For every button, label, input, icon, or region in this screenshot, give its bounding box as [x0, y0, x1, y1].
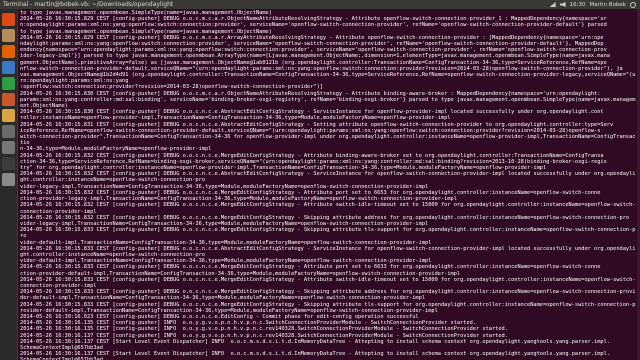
- terminal-line: vider-default-impl,TransactionName=Confi…: [20, 239, 432, 246]
- terminal-output: to type javax.management.openmbean.Simpl…: [18, 9, 640, 360]
- trash-icon[interactable]: [2, 173, 15, 186]
- terminal-line: 2014-05-26 16:30:15.833 CEST [config-pus…: [20, 289, 636, 302]
- terminal-line: 2014-05-26 16:30:15.831 CEST [config-pus…: [20, 121, 614, 128]
- terminal-line: n:opendaylight:params:xml:ns:yang:openfl…: [20, 22, 607, 29]
- terminal-line: 2014-05-26 16:30:15.833 CEST [config-pus…: [20, 264, 601, 271]
- terminal-line: 2014-05-26 16:30:16.137 CEST [Start Leve…: [20, 351, 610, 358]
- terminal-line: nflow-switch-connection-provider-default…: [20, 65, 623, 72]
- terminal-line: to type javax.management.openmbean.Simpl…: [20, 10, 272, 16]
- terminal-line: 2014-05-26 16:30:15.829 CEST [config-pus…: [20, 16, 607, 23]
- power-icon[interactable]: [630, 1, 636, 8]
- terminal-line: gement.ObjectName),primitiveArray=false)…: [20, 59, 607, 66]
- dash-home-icon[interactable]: [2, 13, 15, 26]
- terminal-line: vider-default-impl,TransactionName=Confi…: [20, 258, 432, 265]
- terminal-line: vider-legacy-impl,TransactionName=Config…: [20, 220, 429, 227]
- terminal-line: vax.management.ObjectName@1b2d4d91 (org.…: [20, 72, 636, 85]
- network-icon[interactable]: [549, 2, 556, 7]
- terminal-line: ction-provider-legacy-impl,TransactionNa…: [20, 196, 457, 203]
- indicator-area: 16:30 Martin Bobek: [549, 1, 640, 8]
- terminal-line: 2014-05-26 16:30:15.833 CEST [config-pus…: [20, 301, 636, 314]
- terminal-line: 2014-05-26 16:30:15.832 CEST [config-pus…: [20, 171, 636, 184]
- terminal-line: 2014-05-26 16:30:15.833 CEST [config-pus…: [20, 227, 636, 240]
- terminal-line: vider-legacy-impl,TransactionName=Config…: [20, 183, 429, 190]
- terminal-line: witch-connection-provider",TransactionNa…: [20, 134, 636, 147]
- terminal-line: 2014-05-26 16:30:16.135 CEST [config-pus…: [20, 320, 477, 327]
- libreoffice-calc-icon[interactable]: [2, 77, 15, 90]
- top-panel: Terminal - martin@bobek-vb: ~/Downloads/…: [0, 0, 640, 9]
- terminal-line: 2014-05-26 16:30:15.829 CEST [config-pus…: [20, 34, 604, 41]
- terminal-line: ider-legacy-impl'}] parsed to type javax…: [20, 53, 610, 60]
- terminal-line: ndaylight:params:xml:ns:yang:openflow:sw…: [20, 41, 604, 48]
- terminal-line: 2014-05-26 16:30:15.832 CEST [config-pus…: [20, 202, 636, 215]
- terminal-line: to type javax.management.openmbean.Simpl…: [20, 28, 272, 35]
- window-title: Terminal - martin@bobek-vb: ~/Downloads/…: [3, 1, 174, 8]
- terminal-line: n-34-36,type=Module,moduleFactoryName=op…: [20, 146, 212, 153]
- terminal-line: 2014-05-26 16:30:15.833 CEST [config-pus…: [20, 276, 636, 289]
- libreoffice-writer-icon[interactable]: [2, 61, 15, 74]
- terminal-line: roller:instanceName=openflow-provider-im…: [20, 115, 451, 122]
- terminal-line: 2014-05-26 16:30:16.137 CEST [config-pus…: [20, 332, 508, 339]
- libreoffice-impress-icon[interactable]: [2, 93, 15, 106]
- terminal-line: ction-provider-default-impl,TransactionN…: [20, 270, 461, 277]
- firefox-icon[interactable]: [2, 45, 15, 58]
- clock[interactable]: 16:30: [570, 2, 586, 8]
- terminal-line: :openflow:switch:connection:provider?rev…: [20, 84, 323, 91]
- terminal-line: 2014-05-26 16:30:15.830 CEST [config-pus…: [20, 90, 601, 97]
- terminal-line: iceReference,RefName=openflow-switch-con…: [20, 127, 601, 134]
- terminal-line: ction-34-36,type=ServiceReference,RefNam…: [20, 158, 607, 165]
- files-icon[interactable]: [2, 29, 15, 42]
- terminal-line: 2014-05-26 16:30:16.023 CEST [config-pus…: [20, 313, 419, 320]
- terminal-line: endency{namespace='urn:opendaylight:para…: [20, 47, 607, 54]
- settings-icon[interactable]: [2, 141, 15, 154]
- terminal-line: 2014-05-26 16:30:15.833 CEST [config-pus…: [20, 245, 636, 258]
- software-center-icon[interactable]: [2, 109, 15, 122]
- terminal-line: 2014-05-26 16:30:15.832 CEST [config-pus…: [20, 214, 630, 221]
- terminal-line: 2014-05-26 16:30:15.832 CEST [config-pus…: [20, 189, 601, 196]
- terminal-line: 2014-05-26 16:30:16.135 CEST [config-pus…: [20, 326, 508, 333]
- terminal-line: 2014-05-26 16:30:15.832 CEST [config-pus…: [20, 152, 604, 159]
- user-name[interactable]: Martin Bobek: [590, 2, 627, 8]
- terminal-line: params:xml:ns:yang:controller:md:sal:bin…: [20, 96, 636, 110]
- amazon-icon[interactable]: [2, 125, 15, 138]
- terminal-line: try" for org.opendaylight.controller:ins…: [20, 165, 547, 172]
- launcher: [0, 9, 18, 360]
- terminal-window[interactable]: to type javax.management.openmbean.Simpl…: [18, 9, 640, 360]
- terminal-line: 2014-05-26 16:30:16.137 CEST [Start Leve…: [20, 338, 610, 345]
- terminal-icon[interactable]: [2, 157, 15, 170]
- terminal-line: 2014-05-26 16:30:15.830 CEST [config-pus…: [20, 109, 604, 116]
- volume-icon[interactable]: [559, 2, 566, 7]
- terminal-line: SchemaContextImpl@657bb3ad: [20, 344, 103, 351]
